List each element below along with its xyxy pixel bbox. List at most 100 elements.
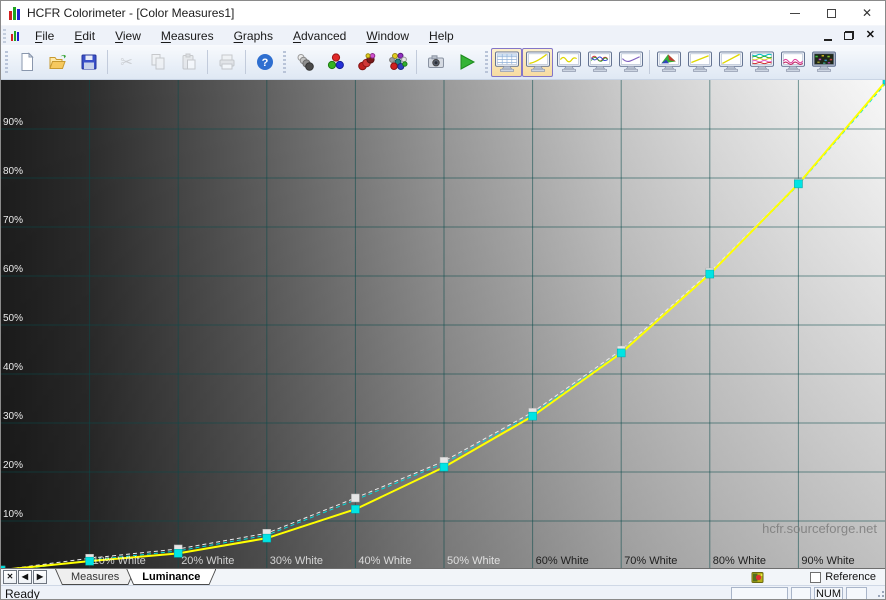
maximize-icon: [827, 9, 836, 18]
save-floppy-icon: [79, 52, 99, 72]
reference-checkbox[interactable]: [810, 572, 821, 583]
dark-screen-monitor-icon: [811, 51, 837, 73]
print-button[interactable]: [211, 48, 242, 77]
window-title: HCFR Colorimeter - [Color Measures1]: [27, 6, 234, 20]
view-gamma2-button[interactable]: [715, 48, 746, 77]
close-button[interactable]: ✕: [849, 1, 885, 25]
rgb-waves-monitor-icon: [587, 51, 613, 73]
menu-graphs[interactable]: Graphs: [224, 27, 283, 45]
rgb-balls-icon: [326, 52, 346, 72]
status-pane: [846, 587, 867, 600]
temperature-curve-monitor-icon: [618, 51, 644, 73]
tab-close-button[interactable]: ✕: [3, 570, 17, 584]
toolbar-grip[interactable]: [485, 51, 488, 73]
menu-window[interactable]: Window: [356, 27, 419, 45]
wave-monitor-icon: [556, 51, 582, 73]
svg-text:20% White: 20% White: [181, 555, 234, 567]
cie-gamut-monitor-icon: [656, 51, 682, 73]
mdi-close-icon[interactable]: ✕: [866, 30, 875, 41]
view-rgb-levels-button[interactable]: [746, 48, 777, 77]
paste-button[interactable]: [173, 48, 204, 77]
cut-button[interactable]: ✂: [111, 48, 142, 77]
menu-advanced[interactable]: Advanced: [283, 27, 356, 45]
grayscale-spheres-icon: [295, 52, 315, 72]
measures-grid-monitor-icon: [494, 51, 520, 73]
menu-view[interactable]: View: [105, 27, 151, 45]
svg-text:30% White: 30% White: [270, 555, 323, 567]
grayscale-measure-button[interactable]: [289, 48, 320, 77]
svg-text:10% White: 10% White: [93, 555, 146, 567]
menu-measures[interactable]: Measures: [151, 27, 224, 45]
luminance-chart-svg: hcfr.sourceforge.net10%20%30%40%50%60%70…: [1, 80, 885, 568]
toolbar-grip[interactable]: [5, 51, 8, 73]
app-icon: [9, 6, 20, 20]
tab-measures[interactable]: Measures: [55, 569, 135, 585]
pink-waves-monitor-icon: [780, 51, 806, 73]
copy-button[interactable]: [142, 48, 173, 77]
view-histogram-button[interactable]: [553, 48, 584, 77]
view-tracking-button[interactable]: [777, 48, 808, 77]
svg-text:50%: 50%: [3, 313, 23, 324]
tab-scroll-right-button[interactable]: ▶: [33, 570, 47, 584]
resize-grip[interactable]: [872, 589, 884, 600]
help-icon: ?: [255, 52, 275, 72]
printer-icon: [217, 52, 237, 72]
help-button[interactable]: ?: [249, 48, 280, 77]
minimize-icon: [790, 13, 800, 14]
new-document-icon: [17, 52, 37, 72]
save-button[interactable]: [73, 48, 104, 77]
reference-checkbox-label: Reference: [825, 571, 876, 583]
svg-text:40%: 40%: [3, 362, 23, 373]
toolbar-grip[interactable]: [283, 51, 286, 73]
svg-text:20%: 20%: [3, 460, 23, 471]
maximize-button[interactable]: [813, 1, 849, 25]
menu-edit[interactable]: Edit: [64, 27, 105, 45]
svg-text:?: ?: [261, 57, 268, 69]
view-dark-button[interactable]: [808, 48, 839, 77]
new-button[interactable]: [11, 48, 42, 77]
secondaries-measure-button[interactable]: [351, 48, 382, 77]
view-luminance-button[interactable]: [684, 48, 715, 77]
snapshot-button[interactable]: [420, 48, 451, 77]
copy-icon: [148, 52, 168, 72]
toolbar-separator: [245, 50, 246, 74]
scissors-icon: ✂: [120, 55, 133, 70]
view-colortemp-button[interactable]: [615, 48, 646, 77]
secondary-spheres-icon: [357, 52, 377, 72]
measure-indicator-icon: [751, 571, 764, 584]
view-rgb-histogram-button[interactable]: [584, 48, 615, 77]
menu-file[interactable]: File: [25, 27, 64, 45]
mdi-restore-icon[interactable]: [844, 31, 854, 40]
tab-scroll-left-button[interactable]: ◀: [18, 570, 32, 584]
status-pane: [791, 587, 811, 600]
paste-clipboard-icon: [179, 52, 199, 72]
menu-help[interactable]: Help: [419, 27, 464, 45]
view-gamma-button[interactable]: [522, 48, 553, 77]
toolbar-separator: [649, 50, 650, 74]
svg-text:70%: 70%: [3, 215, 23, 226]
view-grid-button[interactable]: [491, 48, 522, 77]
menubar-grip[interactable]: [3, 29, 6, 43]
open-folder-icon: [48, 52, 68, 72]
minimize-button[interactable]: [777, 1, 813, 25]
menu-bar: File Edit View Measures Graphs Advanced …: [1, 25, 885, 45]
svg-text:60% White: 60% White: [536, 555, 589, 567]
svg-text:60%: 60%: [3, 264, 23, 275]
toolbar-separator: [416, 50, 417, 74]
all-measures-button[interactable]: [382, 48, 413, 77]
color-cluster-icon: [388, 52, 408, 72]
rgb-measure-button[interactable]: [320, 48, 351, 77]
mdi-minimize-icon[interactable]: [824, 39, 832, 41]
view-cie-button[interactable]: [653, 48, 684, 77]
svg-text:80%: 80%: [3, 166, 23, 177]
tab-luminance[interactable]: Luminance: [126, 569, 216, 585]
open-button[interactable]: [42, 48, 73, 77]
toolbar-separator: [207, 50, 208, 74]
app-window: HCFR Colorimeter - [Color Measures1] ✕ F…: [0, 0, 886, 600]
svg-text:40% White: 40% White: [358, 555, 411, 567]
run-measures-button[interactable]: [451, 48, 482, 77]
gamma-curve-monitor-icon: [525, 51, 551, 73]
document-icon[interactable]: [11, 30, 19, 41]
play-icon: [457, 52, 477, 72]
status-message: Ready: [5, 587, 40, 600]
